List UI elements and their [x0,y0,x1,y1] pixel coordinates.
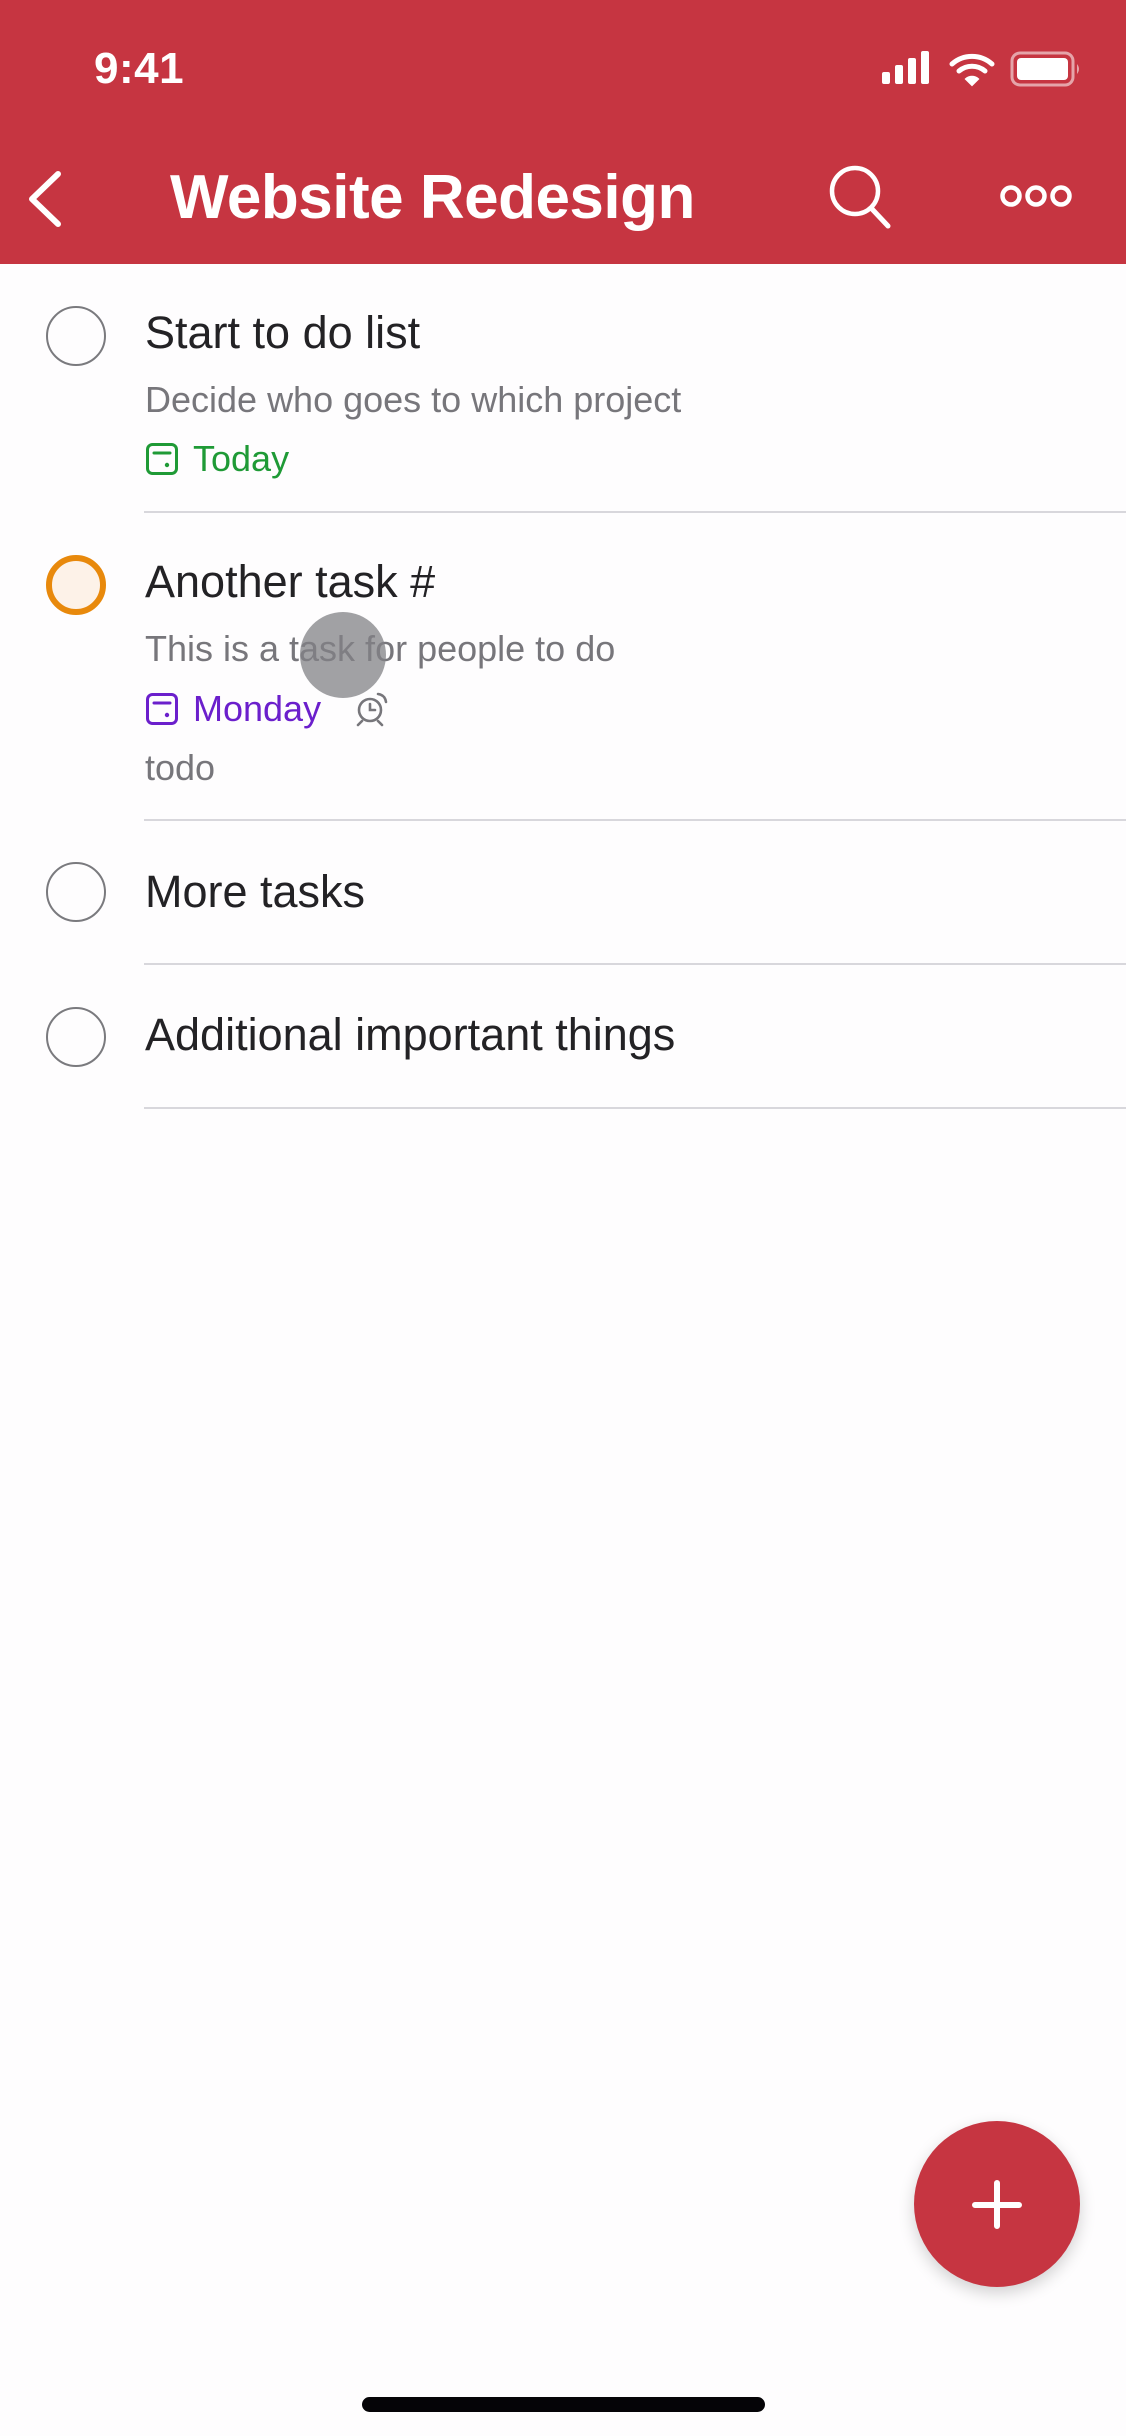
task-checkbox[interactable] [46,1007,106,1067]
task-checkbox[interactable] [46,306,106,366]
page-title: Website Redesign [170,163,695,232]
divider [144,1107,1126,1109]
task-title: Another task # [145,556,436,607]
alarm-clock-icon [356,692,388,727]
add-task-button[interactable] [914,2121,1080,2287]
divider [144,511,1126,513]
task-title: Start to do list [145,307,421,358]
wifi-icon [949,53,995,87]
task-due-label: Monday [193,688,322,729]
status-time: 9:41 [94,44,185,93]
task-due-date: Today [145,437,289,481]
app-header: 9:41 Website Redesign [0,0,1126,264]
back-button[interactable] [14,160,84,236]
task-checkbox-priority-2[interactable] [46,555,106,615]
task-item[interactable]: Additional important things [0,965,1126,1108]
search-button[interactable] [818,154,904,240]
battery-icon [1010,51,1079,87]
task-item[interactable]: Another task # This is a task for people… [0,514,1126,820]
task-title: Additional important things [145,1009,676,1060]
calendar-icon [146,443,178,475]
task-description: This is a task for people to do [145,628,616,669]
search-icon [829,165,891,229]
calendar-icon [146,693,178,725]
chevron-left-icon [29,171,61,227]
task-due-label: Today [193,438,290,479]
more-horizontal-icon [1000,185,1072,207]
task-checkbox[interactable] [46,862,106,922]
task-item[interactable]: More tasks [0,821,1126,964]
task-title: More tasks [145,866,366,917]
task-description: Decide who goes to which project [145,379,682,420]
task-item[interactable]: Start to do list Decide who goes to whic… [0,264,1126,514]
home-indicator[interactable] [362,2397,765,2412]
task-label-tag: todo [145,747,216,788]
more-button[interactable] [988,170,1084,222]
plus-icon [972,2180,1022,2229]
status-icons [882,51,1079,87]
task-due-date: Monday [145,687,389,731]
cellular-signal-icon [882,51,929,84]
